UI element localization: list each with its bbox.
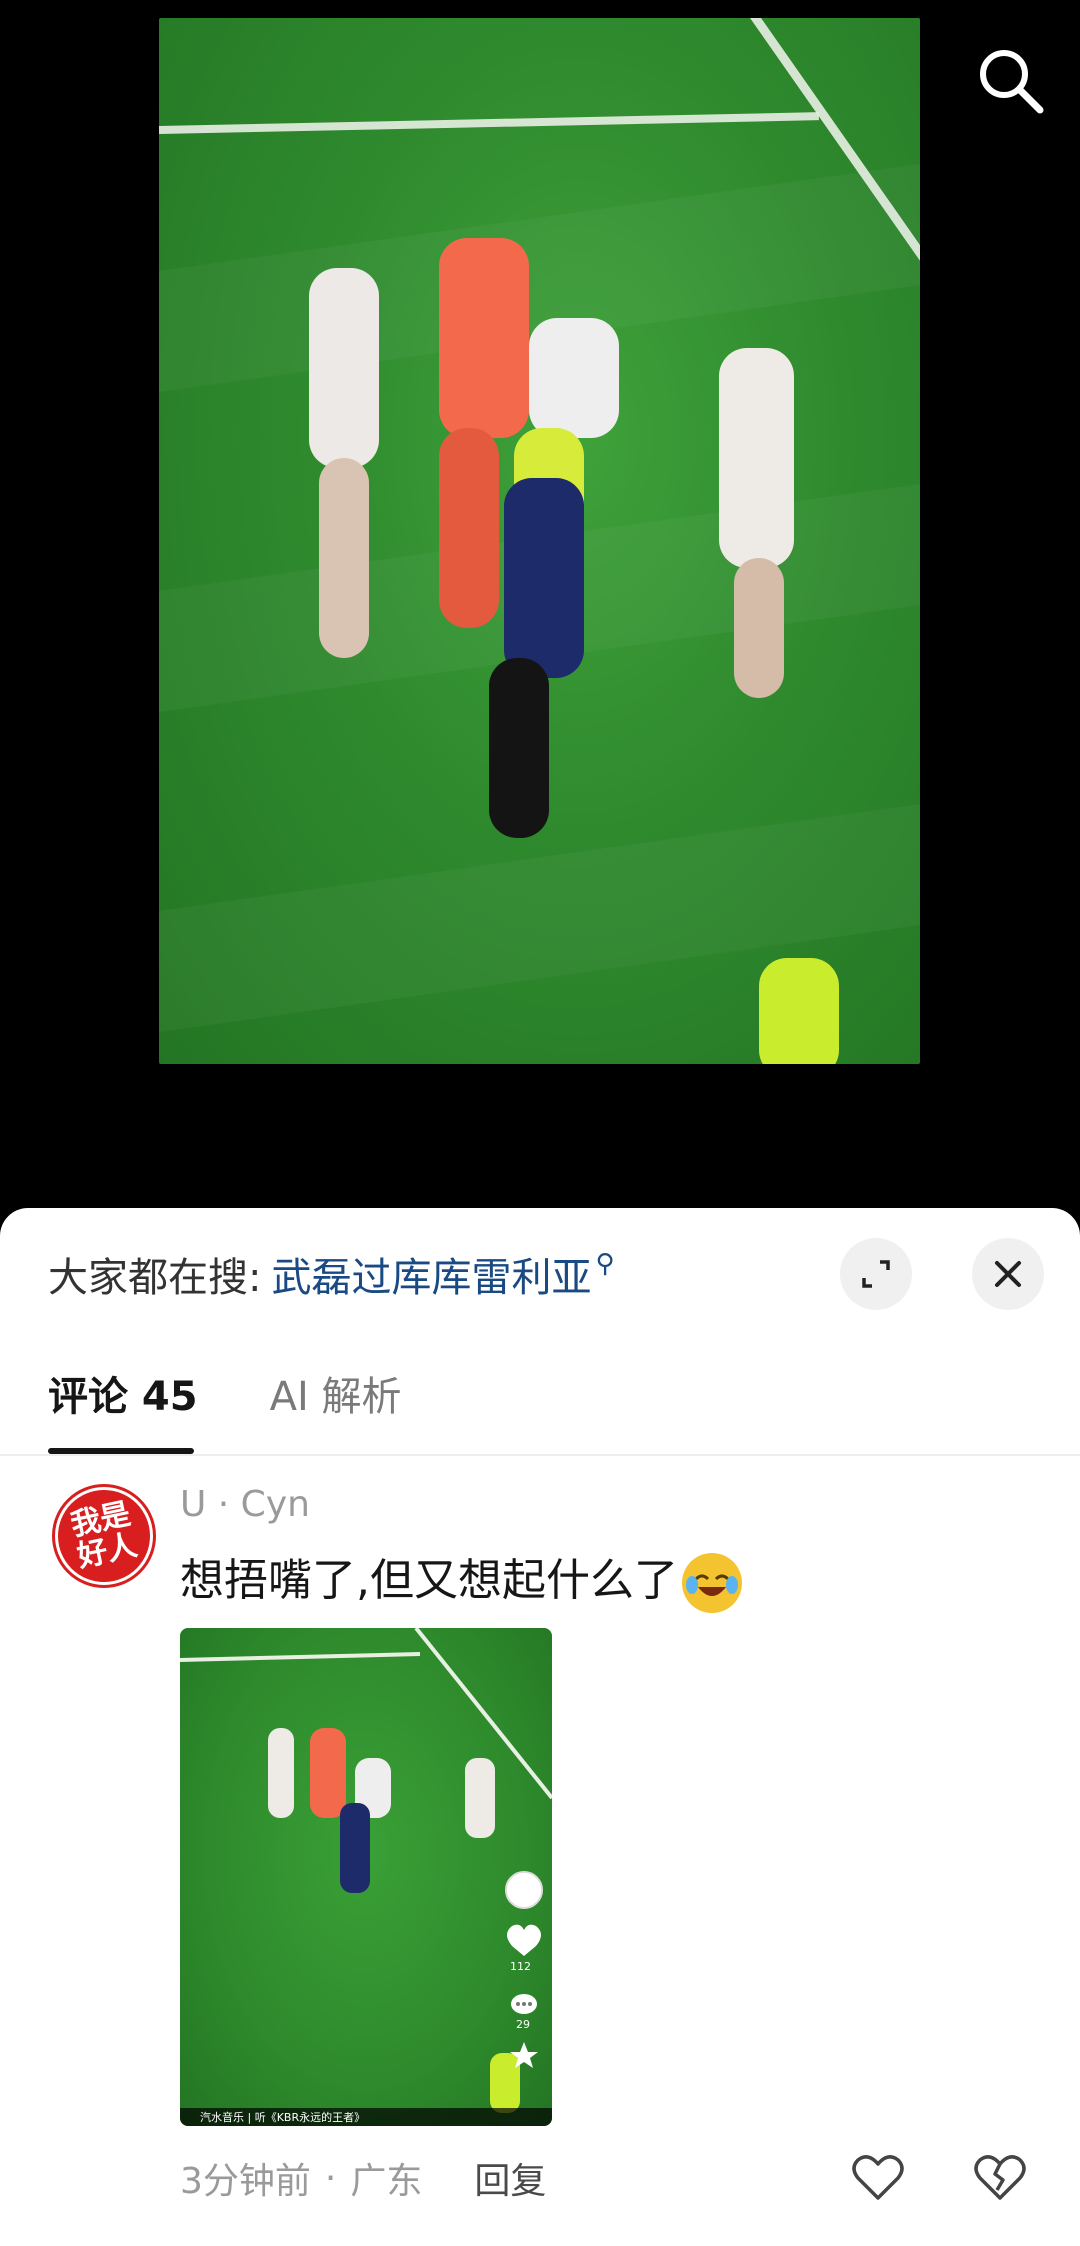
comment-text: 想捂嘴了,但又想起什么了: [180, 1555, 678, 1606]
close-icon: [995, 1261, 1021, 1287]
comment-image[interactable]: 112 29 汽水音乐 | 听《KBR永远的王者》: [180, 1628, 552, 2126]
comment-meta: 3分钟前 · 广东 回复: [180, 2148, 546, 2208]
close-button[interactable]: [972, 1238, 1044, 1310]
video-frame[interactable]: [159, 18, 920, 1064]
pitch-line: [159, 112, 819, 134]
comment-username[interactable]: U · Cyn: [180, 1484, 310, 1525]
trending-query-link[interactable]: 武磊过库库雷利亚: [271, 1245, 591, 1303]
expand-button[interactable]: [840, 1238, 912, 1310]
player-figure: [759, 958, 839, 1064]
image-music-label: 汽水音乐 | 听《KBR永远的王者》: [200, 2111, 366, 2124]
divider: [0, 1454, 1080, 1456]
heart-icon: [852, 2155, 904, 2200]
broken-heart-icon: [974, 2155, 1026, 2200]
comment-body: 想捂嘴了,但又想起什么了: [180, 1544, 742, 1613]
search-icon: [980, 50, 1044, 114]
search-button[interactable]: [970, 40, 1050, 120]
player-figure: [734, 558, 784, 698]
sheet-tabs: 评论 45 AI 解析: [48, 1358, 473, 1428]
laughing-crying-emoji-icon: [682, 1553, 742, 1613]
trending-search-row[interactable]: 大家都在搜: 武磊过库库雷利亚 ⚲: [48, 1244, 615, 1304]
trending-prefix: 大家都在搜:: [48, 1255, 262, 1301]
tab-ai-analysis[interactable]: AI 解析: [270, 1364, 402, 1422]
video-player[interactable]: [0, 0, 1080, 1208]
player-figure: [439, 238, 529, 438]
image-like-count: 112: [510, 1960, 531, 1973]
player-figure: [309, 268, 379, 468]
like-button[interactable]: [848, 2148, 908, 2208]
search-small-icon: ⚲: [595, 1249, 615, 1279]
dislike-button[interactable]: [970, 2148, 1030, 2208]
player-figure: [504, 478, 584, 678]
avatar[interactable]: 我是 好人: [52, 1484, 156, 1588]
reply-button[interactable]: 回复: [474, 2152, 546, 2204]
player-figure: [319, 458, 369, 658]
comment-time: 3分钟前: [180, 2161, 311, 2202]
expand-icon: [862, 1260, 890, 1288]
player-figure: [719, 348, 794, 568]
player-figure: [489, 658, 549, 838]
tab-comments[interactable]: 评论 45: [48, 1364, 198, 1422]
comment-sheet: 大家都在搜: 武磊过库库雷利亚 ⚲ 评论 45 AI 解析 我是 好人 U · …: [0, 1208, 1080, 2246]
player-figure: [439, 428, 499, 628]
meta-separator: ·: [324, 2157, 337, 2199]
image-comment-count: 29: [516, 2018, 530, 2031]
comment-location: 广东: [350, 2161, 423, 2202]
player-figure: [529, 318, 619, 438]
